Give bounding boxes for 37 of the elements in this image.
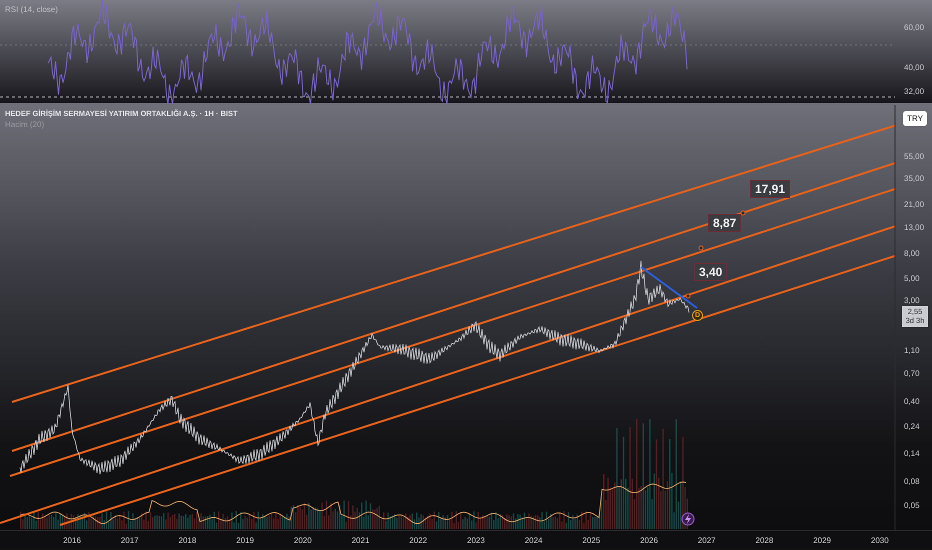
axis-label: 0,70 xyxy=(904,370,920,378)
target-label: 8,87 xyxy=(708,214,742,232)
axis-label: 0,08 xyxy=(904,478,920,486)
axis-label: 0,05 xyxy=(904,502,920,510)
time-label: 2027 xyxy=(698,535,716,547)
axis-label: 60,00 xyxy=(904,24,924,32)
currency-button[interactable]: TRY xyxy=(903,111,927,126)
time-label: 2030 xyxy=(870,535,889,547)
indicator-legend: RSI (14, close) xyxy=(5,6,58,14)
axis-label: 0,40 xyxy=(904,398,920,406)
time-label: 2022 xyxy=(409,535,428,547)
axis-label: 40,00 xyxy=(904,64,924,72)
axis-label: 0,14 xyxy=(904,450,920,458)
axis-label: 35,00 xyxy=(904,175,924,183)
time-label: 2017 xyxy=(120,535,139,547)
time-label: 2026 xyxy=(640,535,658,547)
target-label: 3,40 xyxy=(694,263,728,281)
time-label: 2016 xyxy=(63,535,81,547)
axis-label: 32,00 xyxy=(904,88,924,96)
time-label: 2018 xyxy=(178,535,196,547)
time-label: 2029 xyxy=(813,535,831,547)
axis-label: 8,00 xyxy=(904,250,920,258)
time-label: 2021 xyxy=(352,535,370,547)
axis-label: 55,00 xyxy=(904,153,924,161)
axis-label: 0,24 xyxy=(904,423,920,431)
time-label: 2024 xyxy=(524,535,542,547)
time-label: 2023 xyxy=(467,535,485,547)
axis-label: 1,10 xyxy=(904,347,920,355)
time-label: 2025 xyxy=(582,535,600,547)
axis-label: 5,00 xyxy=(904,275,920,283)
axis-label: 3,00 xyxy=(904,297,920,305)
time-label: 2020 xyxy=(294,535,312,547)
axis-label: 21,00 xyxy=(904,201,924,209)
target-label: 17,91 xyxy=(750,180,790,198)
axis-label: 13,00 xyxy=(904,224,924,232)
time-label: 2028 xyxy=(756,535,774,547)
time-label: 2019 xyxy=(236,535,254,547)
